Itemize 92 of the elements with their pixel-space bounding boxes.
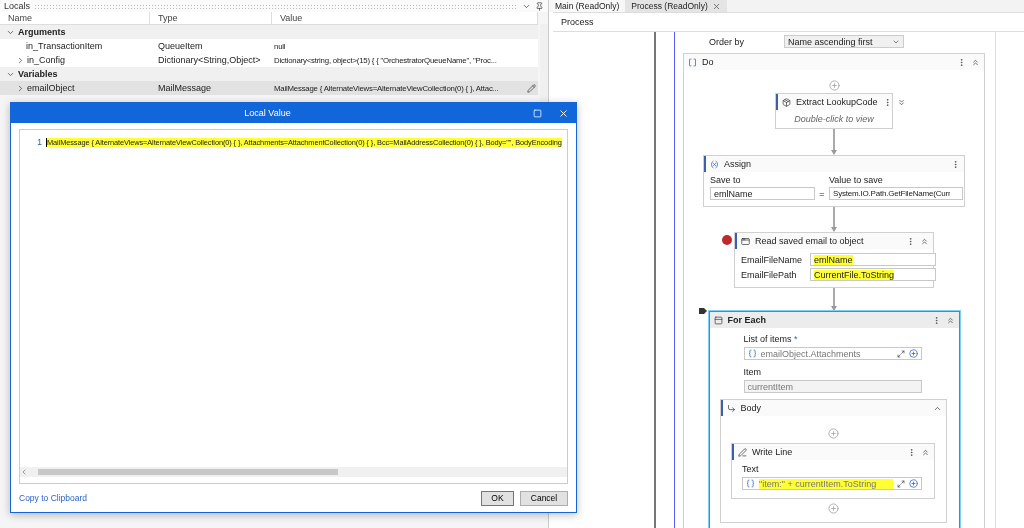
activity-title: Assign xyxy=(724,159,752,169)
corner-arrow-icon xyxy=(726,403,736,413)
expand-icon[interactable] xyxy=(896,349,905,358)
ok-button[interactable]: OK xyxy=(481,490,514,506)
expand-icon[interactable] xyxy=(897,479,905,488)
input-field[interactable]: emlName xyxy=(810,253,936,266)
field-label: Order by xyxy=(709,36,744,47)
add-icon[interactable] xyxy=(828,80,840,91)
braces-icon xyxy=(746,479,755,488)
field-label: Text xyxy=(742,464,760,474)
activity-hint: Double-click to view xyxy=(794,113,874,126)
activity-title: For Each xyxy=(727,315,767,325)
field-label: Value to save xyxy=(829,175,884,185)
variable-name: in_Config xyxy=(27,55,66,65)
body-container[interactable]: Body Write Line Text "item:" + currentItem.ToString xyxy=(719,399,947,523)
add-icon[interactable] xyxy=(908,349,918,358)
connector-arrow xyxy=(830,288,838,311)
pencil-icon xyxy=(738,447,747,457)
braces-icon xyxy=(747,349,757,358)
variable-icon xyxy=(710,159,719,169)
close-icon[interactable] xyxy=(711,1,721,11)
variable-name: in_TransactionItem xyxy=(26,41,103,51)
collapse-icon[interactable] xyxy=(971,57,980,67)
chevron-left-icon[interactable] xyxy=(20,468,28,476)
variable-type: QueueItem xyxy=(157,41,204,51)
variable-name: emailObject xyxy=(27,83,75,93)
activity-card[interactable]: Assign Save to Value to save emlName = System.IO.Path.GetFileName(Curr xyxy=(703,155,965,207)
variable-type: MailMessage xyxy=(157,83,213,93)
scrollbar[interactable] xyxy=(540,24,548,104)
package-icon xyxy=(782,97,791,107)
column-header[interactable]: Type xyxy=(150,12,272,24)
group-row[interactable]: Arguments xyxy=(0,25,538,39)
field-label: List of items * xyxy=(743,334,799,344)
chevron-right-icon[interactable] xyxy=(16,83,25,93)
pencil-icon[interactable] xyxy=(527,83,536,93)
brackets-icon xyxy=(688,57,697,67)
close-icon xyxy=(557,107,569,119)
column-header[interactable]: Name xyxy=(0,12,150,24)
maximize-icon xyxy=(532,108,542,118)
panel-title: Locals xyxy=(4,1,30,11)
collapse-icon[interactable] xyxy=(921,447,930,457)
activity-title: Body xyxy=(740,403,762,413)
copy-link[interactable]: Copy to Clipboard xyxy=(19,493,475,503)
group-row[interactable]: Variables xyxy=(0,67,538,81)
field-label: Save to xyxy=(710,175,742,185)
activity-title: Read saved email to object xyxy=(755,236,865,246)
group-label: Arguments xyxy=(18,27,66,37)
input-field[interactable]: currentItem xyxy=(743,380,922,393)
window-icon xyxy=(741,236,750,246)
order-select[interactable]: Name ascending first xyxy=(784,35,904,48)
field-label: EmailFileName xyxy=(741,254,802,265)
input-field[interactable]: CurrentFile.ToString xyxy=(810,268,936,281)
more-icon[interactable] xyxy=(907,447,916,457)
box-icon xyxy=(713,315,723,325)
activity-title: Extract LookupCode xyxy=(796,97,878,107)
activity-card[interactable]: For Each List of items * emailObject.Attachments Item currentItem Body Write Line Text "item:" + currentItem.ToString xyxy=(708,311,960,528)
more-icon[interactable] xyxy=(951,159,960,169)
expression-field[interactable]: "item:" + currentItem.ToString xyxy=(742,477,922,490)
input-field[interactable]: emlName xyxy=(710,187,815,200)
add-icon[interactable] xyxy=(827,428,839,439)
add-icon[interactable] xyxy=(827,503,839,514)
connector-arrow xyxy=(830,207,838,232)
expression-field[interactable]: emailObject.Attachments xyxy=(743,347,922,360)
more-icon[interactable] xyxy=(957,57,966,67)
document-tab[interactable]: Process (ReadOnly) xyxy=(625,0,727,12)
breadcrumb[interactable]: Process xyxy=(561,17,594,27)
activity-card[interactable]: Write Line Text "item:" + currentItem.ToString xyxy=(731,443,935,499)
add-icon[interactable] xyxy=(909,479,918,488)
breakpoint-icon[interactable] xyxy=(722,235,732,245)
field-label: EmailFilePath xyxy=(741,269,798,280)
input-field[interactable]: System.IO.Path.GetFileName(Curr xyxy=(829,187,963,200)
equals-sign: = xyxy=(818,188,826,199)
cancel-button[interactable]: Cancel xyxy=(520,490,568,506)
group-label: Variables xyxy=(18,69,58,79)
collapse-icon[interactable] xyxy=(945,315,955,325)
pin-icon[interactable] xyxy=(535,1,544,11)
document-tab[interactable]: Main (ReadOnly) xyxy=(549,0,626,12)
dialog-title: Local Value xyxy=(243,108,292,118)
activity-title: Write Line xyxy=(752,447,794,457)
horizontal-scrollbar[interactable] xyxy=(20,467,567,477)
expand-icon[interactable] xyxy=(896,97,906,107)
chevron-right-icon[interactable] xyxy=(16,55,25,65)
line-number: 1 xyxy=(36,137,43,147)
collapse-icon[interactable] xyxy=(920,236,929,246)
column-header[interactable]: Value xyxy=(272,12,538,24)
activity-card[interactable]: Read saved email to object EmailFileName emlName EmailFilePath CurrentFile.ToString xyxy=(734,232,934,288)
field-label: Item xyxy=(743,367,762,377)
sequence-container[interactable] xyxy=(683,53,985,528)
activity-title: Do xyxy=(702,57,715,67)
more-icon[interactable] xyxy=(906,236,915,246)
variable-type: Dictionary<String,Object> xyxy=(157,55,262,65)
connector-arrow xyxy=(830,129,838,155)
